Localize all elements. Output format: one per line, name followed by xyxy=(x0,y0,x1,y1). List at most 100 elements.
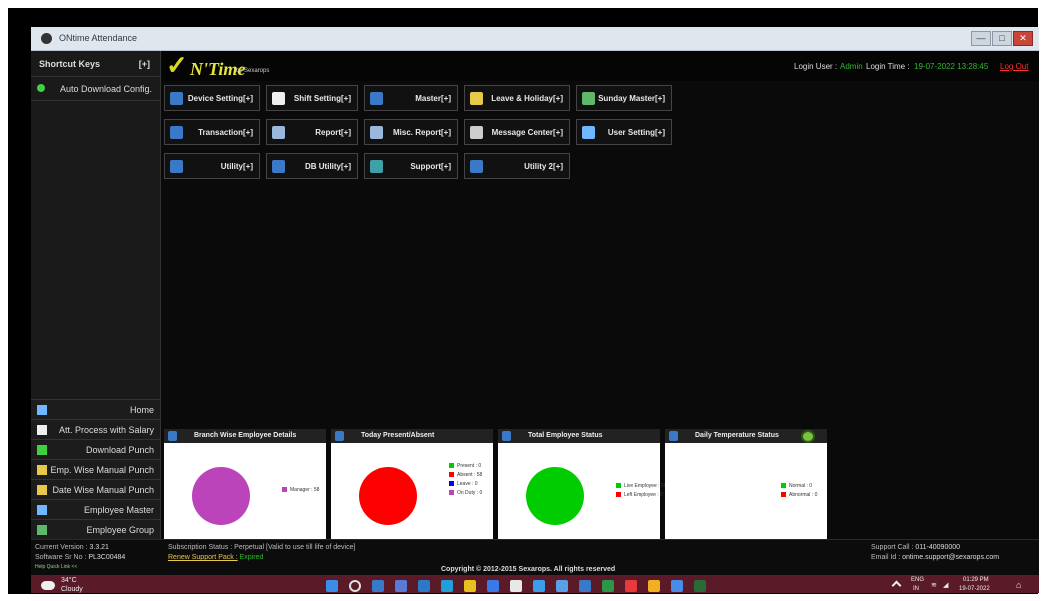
help-quick-link[interactable]: Help Quick Link << xyxy=(35,564,77,570)
explorer-icon[interactable] xyxy=(464,580,476,592)
support-icon xyxy=(370,160,383,173)
clock-date[interactable]: 19-07-2022 xyxy=(959,586,990,592)
pinned-app-icon[interactable] xyxy=(533,580,545,592)
email-value[interactable]: : ontime.support@sexarops.com xyxy=(898,554,999,561)
module-button[interactable]: Message Center[+] xyxy=(464,119,570,145)
master-icon xyxy=(370,92,383,105)
module-button[interactable]: Misc. Report[+] xyxy=(364,119,458,145)
shortcut-keys-header[interactable]: Shortcut Keys [+] xyxy=(31,51,160,77)
panel-header: Branch Wise Employee Details xyxy=(164,429,326,443)
edge-icon[interactable] xyxy=(441,580,453,592)
module-button[interactable]: Transaction[+] xyxy=(164,119,260,145)
clock-time[interactable]: 01:29 PM xyxy=(963,577,989,583)
panel-header: Today Present/Absent xyxy=(331,429,493,443)
weather-temp[interactable]: 34°C xyxy=(61,577,77,584)
login-user-value: Admin xyxy=(840,62,863,71)
logout-link[interactable]: Log Out xyxy=(1000,62,1028,71)
legend-label: On Duty : 0 xyxy=(457,490,483,496)
module-button[interactable]: Master[+] xyxy=(364,85,458,111)
module-button[interactable]: User Setting[+] xyxy=(576,119,672,145)
version-value: 3.3.21 xyxy=(89,544,109,551)
module-label: DB Utility[+] xyxy=(305,162,351,171)
dashboard-panel: Total Employee Status Live Employee : 58 L… xyxy=(498,429,667,541)
legend-label: Normal : 0 xyxy=(789,483,813,489)
auto-download-config[interactable]: Auto Download Config. xyxy=(31,77,160,101)
pinned-app-icon[interactable] xyxy=(671,580,683,592)
legend-item: Abnormal : 0 xyxy=(781,492,817,501)
pinned-app-icon[interactable] xyxy=(556,580,568,592)
chrome-icon[interactable] xyxy=(625,580,637,592)
module-button[interactable]: Support[+] xyxy=(364,153,458,179)
sidebar-item[interactable]: Home xyxy=(31,399,160,419)
pie-chart xyxy=(526,467,584,525)
module-label: Utility[+] xyxy=(220,162,253,171)
support-call-line: Support Call : 011-40090000 xyxy=(871,544,960,551)
sidebar-item[interactable]: Download Punch xyxy=(31,439,160,459)
task-view-icon[interactable] xyxy=(372,580,384,592)
cloud-icon xyxy=(41,581,55,590)
minimize-button[interactable]: — xyxy=(971,31,991,46)
download-icon xyxy=(37,445,47,455)
utility-icon xyxy=(170,160,183,173)
group-icon xyxy=(37,525,47,535)
legend-item: Present : 0 xyxy=(449,463,482,472)
refresh-icon[interactable] xyxy=(801,430,815,443)
panel-person-icon xyxy=(335,431,344,441)
legend-item: Leave : 0 xyxy=(449,481,482,490)
sidebar-item[interactable]: Att. Process with Salary xyxy=(31,419,160,439)
sidebar-item[interactable]: Date Wise Manual Punch xyxy=(31,479,160,499)
legend-label: Abnormal : 0 xyxy=(789,492,818,498)
volume-icon[interactable]: ◢ xyxy=(943,581,948,589)
sidebar-item[interactable]: Emp. Wise Manual Punch xyxy=(31,459,160,479)
panel-person-icon xyxy=(168,431,177,441)
home-icon xyxy=(37,405,47,415)
email-label: Email Id xyxy=(871,554,897,561)
chart-legend: Present : 0 Absent : 58 Leave : 0 On Duty :… xyxy=(449,463,482,499)
module-button[interactable]: Sunday Master[+] xyxy=(576,85,672,111)
chat-icon[interactable] xyxy=(395,580,407,592)
maximize-button[interactable]: □ xyxy=(992,31,1012,46)
notification-icon[interactable]: ⌂ xyxy=(1016,580,1021,590)
store-icon[interactable] xyxy=(487,580,499,592)
shortcut-keys-toggle[interactable]: [+] xyxy=(139,59,150,69)
logo-check-icon: ✓ xyxy=(166,51,188,80)
legend-swatch xyxy=(616,492,621,498)
module-button[interactable]: Device Setting[+] xyxy=(164,85,260,111)
wifi-icon[interactable]: ≋ xyxy=(931,581,937,589)
pinned-app-icon[interactable] xyxy=(510,580,522,592)
pinned-app-icon[interactable] xyxy=(602,580,614,592)
module-button[interactable]: Report[+] xyxy=(266,119,358,145)
window-titlebar: ONtime Attendance — □ ✕ xyxy=(31,27,1039,51)
calendar-icon xyxy=(37,425,47,435)
start-icon[interactable] xyxy=(326,580,338,592)
language-bottom: IN xyxy=(913,586,919,592)
sidebar-item[interactable]: Employee Master xyxy=(31,499,160,519)
money-icon xyxy=(582,92,595,105)
module-button[interactable]: Utility 2[+] xyxy=(464,153,570,179)
pie-chart xyxy=(693,467,751,525)
app-icon xyxy=(41,33,52,44)
module-button[interactable]: Utility[+] xyxy=(164,153,260,179)
legend-swatch xyxy=(449,481,454,487)
renew-support-link[interactable]: Renew Support Pack : xyxy=(168,554,238,561)
sidebar-item[interactable]: Employee Group xyxy=(31,519,160,539)
shortcut-keys-label: Shortcut Keys xyxy=(39,59,101,69)
module-button[interactable]: DB Utility[+] xyxy=(266,153,358,179)
legend-item: On Duty : 0 xyxy=(449,490,482,499)
pinned-app-icon[interactable] xyxy=(579,580,591,592)
clock-icon xyxy=(272,92,285,105)
weather-desc: Cloudy xyxy=(61,586,83,593)
version-line: Current Version : 3.3.21 xyxy=(35,544,109,551)
close-button[interactable]: ✕ xyxy=(1013,31,1033,46)
mail-icon[interactable] xyxy=(418,580,430,592)
module-button[interactable]: Shift Setting[+] xyxy=(266,85,358,111)
legend-swatch xyxy=(781,483,786,489)
panel-person-icon xyxy=(502,431,511,441)
chevron-up-icon[interactable] xyxy=(891,580,902,591)
app-header: ✓ N'Time by Sexarops Login User : Admin … xyxy=(162,51,1039,81)
module-button[interactable]: Leave & Holiday[+] xyxy=(464,85,570,111)
ontime-taskbar-icon[interactable] xyxy=(694,580,706,592)
pinned-app-icon[interactable] xyxy=(648,580,660,592)
language-top[interactable]: ENG xyxy=(911,577,924,583)
search-icon[interactable] xyxy=(349,580,361,592)
